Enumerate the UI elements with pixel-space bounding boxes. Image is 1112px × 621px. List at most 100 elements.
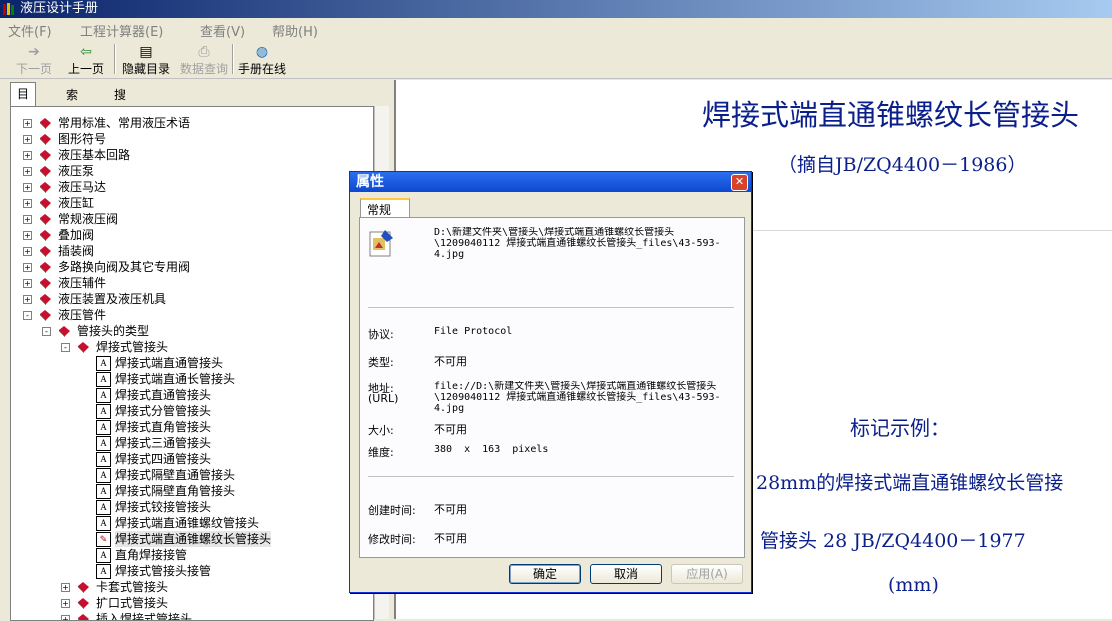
expand-icon[interactable]: + (23, 215, 32, 224)
tree-item[interactable]: A 焊接式隔壁直角管接头 (11, 483, 371, 499)
expand-icon[interactable]: + (23, 167, 32, 176)
expand-icon[interactable]: + (23, 119, 32, 128)
tree-item[interactable]: A 焊接式隔壁直通管接头 (11, 467, 371, 483)
expand-icon[interactable]: + (61, 583, 70, 592)
ok-button[interactable]: 确定 (509, 564, 581, 584)
tree-item[interactable]: + 液压装置及液压机具 (11, 291, 371, 307)
tree-item-label: 图形符号 (58, 132, 107, 146)
mark-example-heading: 标记示例： (850, 416, 950, 440)
tree-item[interactable]: - 焊接式管接头 (11, 339, 371, 355)
tree-item-label: 焊接式直角管接头 (115, 420, 212, 434)
tree-item[interactable]: A 焊接式四通管接头 (11, 451, 371, 467)
book-icon (40, 246, 51, 257)
hide-toc-button[interactable]: ▤ 隐藏目录 (120, 42, 172, 76)
tree-item[interactable]: A 焊接式分管管接头 (11, 403, 371, 419)
page-icon: A (96, 372, 111, 387)
expand-icon[interactable]: + (23, 279, 32, 288)
online-manual-button[interactable]: ◍ 手册在线 (236, 42, 288, 76)
tree-item-label: 液压辅件 (58, 276, 107, 290)
tree-item[interactable]: + 液压缸 (11, 195, 371, 211)
tree-item[interactable]: - 液压管件 (11, 307, 371, 323)
size-value: 不可用 (434, 423, 467, 436)
book-icon (40, 182, 51, 193)
menu-help[interactable]: 帮助(H) (272, 21, 318, 40)
tree-item[interactable]: + 液压马达 (11, 179, 371, 195)
tree-item[interactable]: + 液压辅件 (11, 275, 371, 291)
book-icon (40, 230, 51, 241)
tree-item[interactable]: + 液压基本回路 (11, 147, 371, 163)
tree-item[interactable]: A 焊接式端直通锥螺纹管接头 (11, 515, 371, 531)
page-icon: A (96, 452, 111, 467)
expand-icon[interactable]: + (23, 199, 32, 208)
tree-item-label: 液压马达 (58, 180, 107, 194)
tab-index[interactable]: 索引 (60, 84, 84, 124)
tree-item[interactable]: + 扩口式管接头 (11, 595, 371, 611)
expand-icon[interactable]: + (61, 615, 70, 620)
tree-item[interactable]: + 叠加阀 (11, 227, 371, 243)
expand-icon[interactable]: + (61, 599, 70, 608)
expand-icon[interactable]: + (23, 183, 32, 192)
toolbar: ➔ 下一页 ⇦ 上一页 ▤ 隐藏目录 ⎙ 数据查询 ◍ 手册在线 (0, 40, 1112, 79)
expand-icon[interactable]: + (23, 231, 32, 240)
tree-item[interactable]: + 常用标准、常用液压术语 (11, 115, 371, 131)
tree-item[interactable]: A 焊接式端直通管接头 (11, 355, 371, 371)
collapse-icon[interactable]: - (61, 343, 70, 352)
expand-icon[interactable]: + (23, 263, 32, 272)
prev-page-button[interactable]: ⇦ 上一页 (64, 42, 108, 76)
properties-dialog: 属性 ✕ 常规 D:\新建文件夹\管接头\焊接式端直通锥螺纹长管接头\12090… (349, 171, 752, 593)
next-page-button[interactable]: ➔ 下一页 (12, 42, 56, 76)
expand-icon[interactable]: + (23, 135, 32, 144)
tab-contents[interactable]: 目录 (10, 82, 37, 123)
tree-item-label: 焊接式铰接管接头 (115, 500, 212, 514)
tree-item[interactable]: + 图形符号 (11, 131, 371, 147)
apply-button[interactable]: 应用(A) (671, 564, 743, 584)
tree-item[interactable]: + 液压泵 (11, 163, 371, 179)
tree-item[interactable]: A 焊接式端直通长管接头 (11, 371, 371, 387)
tree-item[interactable]: ✎ 焊接式端直通锥螺纹长管接头 (11, 531, 371, 547)
expand-icon[interactable]: + (23, 247, 32, 256)
contents-tree: + 常用标准、常用液压术语 + 图形符号 + 液压基本回路 + 液压泵 + 液压马达 + 液压缸 + 常规… (10, 106, 374, 621)
menu-file[interactable]: 文件(F) (8, 21, 52, 40)
tree-item-label: 液压缸 (58, 196, 95, 210)
collapse-icon[interactable]: - (42, 327, 51, 336)
page-icon: A (96, 388, 111, 403)
tab-search[interactable]: 搜索 (108, 84, 132, 124)
tree-item[interactable]: A 焊接式铰接管接头 (11, 499, 371, 515)
created-value: 不可用 (434, 503, 467, 516)
menu-view[interactable]: 查看(V) (200, 21, 245, 40)
tree-item[interactable]: A 焊接式管接头接管 (11, 563, 371, 579)
page-icon: A (96, 564, 111, 579)
tree-item[interactable]: + 常规液压阀 (11, 211, 371, 227)
tree-item[interactable]: A 焊接式三通管接头 (11, 435, 371, 451)
tree-item-label: 焊接式直通管接头 (115, 388, 212, 402)
tree-item[interactable]: + 插装阀 (11, 243, 371, 259)
tree-item[interactable]: + 插入焊接式管接头 (11, 611, 371, 620)
book-icon (40, 278, 51, 289)
tree-item[interactable]: + 卡套式管接头 (11, 579, 371, 595)
tree-item-label: 液压管件 (58, 308, 107, 322)
expand-icon[interactable]: + (23, 295, 32, 304)
tree-item-label: 焊接式管接头 (96, 340, 169, 354)
book-icon (59, 326, 70, 337)
cancel-button[interactable]: 取消 (590, 564, 662, 584)
tree-item-label: 焊接式端直通锥螺纹长管接头 (115, 531, 272, 547)
menu-calculator[interactable]: 工程计算器(E) (80, 21, 163, 40)
tree-item[interactable]: A 焊接式直通管接头 (11, 387, 371, 403)
expand-icon[interactable]: + (23, 151, 32, 160)
divider (368, 307, 734, 309)
navigation-pane: 目录 索引 搜索 + 常用标准、常用液压术语 + 图形符号 + 液压基本回路 + 液压泵 + 液压… (2, 80, 389, 621)
tree-item-label: 焊接式端直通锥螺纹管接头 (115, 516, 260, 530)
open-page-icon: ✎ (96, 532, 111, 547)
tab-general[interactable]: 常规 (360, 198, 410, 218)
data-query-button[interactable]: ⎙ 数据查询 (178, 42, 230, 76)
tree-item-label: 焊接式分管管接头 (115, 404, 212, 418)
toolbar-separator (114, 44, 116, 74)
collapse-icon[interactable]: - (23, 311, 32, 320)
close-icon[interactable]: ✕ (731, 174, 748, 191)
url-value: file://D:\新建文件夹\管接头\焊接式端直通锥螺纹长管接头\120904… (434, 381, 721, 413)
tree-item[interactable]: A 直角焊接接管 (11, 547, 371, 563)
tree-item[interactable]: A 焊接式直角管接头 (11, 419, 371, 435)
tree-item[interactable]: - 管接头的类型 (11, 323, 371, 339)
tree-item[interactable]: + 多路换向阀及其它专用阀 (11, 259, 371, 275)
file-path: D:\新建文件夹\管接头\焊接式端直通锥螺纹长管接头\1209040112 焊接… (434, 227, 721, 260)
